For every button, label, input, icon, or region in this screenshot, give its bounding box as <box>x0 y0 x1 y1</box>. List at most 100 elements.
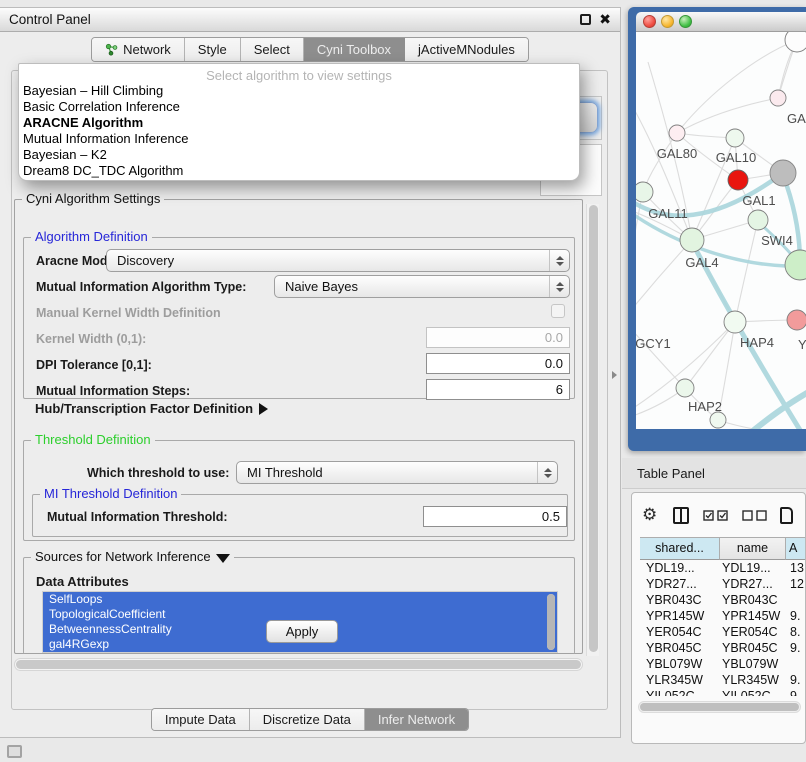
aracne-mode-value: Discovery <box>117 253 174 268</box>
split-pane-icon[interactable] <box>673 507 689 524</box>
float-window-icon[interactable] <box>580 14 591 25</box>
node-gal80[interactable] <box>669 125 685 141</box>
table-row[interactable]: YDL19...YDL19...13 <box>640 560 805 576</box>
dropdown-option-basic-correlation[interactable]: Basic Correlation Inference <box>19 99 579 115</box>
cyni-algorithm-settings-group: Cyni Algorithm Settings Algorithm Defini… <box>14 199 583 654</box>
table-row[interactable]: YBL079WYBL079W <box>640 656 805 672</box>
tab-network[interactable]: Network <box>92 38 185 61</box>
mi-type-select[interactable]: Naive Bayes <box>274 275 570 298</box>
apply-button[interactable]: Apply <box>266 620 338 643</box>
label-hap2: HAP2 <box>688 399 722 414</box>
panel-splitter-handle[interactable] <box>612 371 617 379</box>
which-threshold-select[interactable]: MI Threshold <box>236 461 558 484</box>
network-icon <box>105 43 118 56</box>
table-row[interactable]: YIL052CYIL052C9 <box>640 688 805 696</box>
node-gray[interactable] <box>770 160 796 186</box>
tab-cyni-toolbox[interactable]: Cyni Toolbox <box>304 38 405 61</box>
mi-type-value: Naive Bayes <box>285 279 358 294</box>
column-header-shared-name[interactable]: shared... <box>640 537 720 560</box>
dropdown-option-mutual-information[interactable]: Mutual Information Inference <box>19 131 579 147</box>
export-table-icon[interactable] <box>780 507 793 524</box>
dropdown-placeholder: Select algorithm to view settings <box>19 64 579 83</box>
node-large-green[interactable] <box>785 250 806 280</box>
which-threshold-label: Which threshold to use: <box>87 466 229 480</box>
hub-definition-label: Hub/Transcription Factor Definition <box>35 401 253 416</box>
select-all-columns-icon[interactable] <box>703 510 728 521</box>
mi-steps-input[interactable]: 6 <box>426 379 570 400</box>
table-row[interactable]: YER054CYER054C8. <box>640 624 805 640</box>
which-threshold-value: MI Threshold <box>247 465 323 480</box>
sources-title-toggle[interactable]: Sources for Network Inference <box>31 549 234 564</box>
label-gal1: GAL1 <box>742 193 775 208</box>
table-horizontal-scrollbar[interactable] <box>638 701 801 713</box>
tab-infer-network[interactable]: Infer Network <box>365 709 468 730</box>
node-hap2[interactable] <box>676 379 694 397</box>
close-traffic-light-icon[interactable] <box>643 15 656 28</box>
node-gal-partial[interactable] <box>770 90 786 106</box>
tab-select-label: Select <box>254 42 290 57</box>
node-swi4[interactable] <box>748 210 768 230</box>
settings-vertical-scrollbar[interactable] <box>586 204 599 656</box>
settings-horizontal-scrollbar[interactable] <box>14 658 583 671</box>
node-hap4[interactable] <box>724 311 746 333</box>
dropdown-option-aracne[interactable]: ARACNE Algorithm <box>19 115 579 131</box>
kernel-width-label: Kernel Width (0,1): <box>36 332 146 346</box>
table-row[interactable]: YBR043CYBR043C <box>640 592 805 608</box>
manual-kernel-label: Manual Kernel Width Definition <box>36 306 221 320</box>
dropdown-option-dream8[interactable]: Dream8 DC_TDC Algorithm <box>19 163 579 179</box>
table-row[interactable]: YBR045CYBR045C9. <box>640 640 805 656</box>
algorithm-definition-title: Algorithm Definition <box>31 229 152 244</box>
control-panel-title: Control Panel <box>9 12 91 27</box>
network-view-window[interactable]: GAL GAL80 GAL10 GAL1 GAL11 SWI4 GAL4 GCY… <box>628 7 806 451</box>
tab-cyni-toolbox-label: Cyni Toolbox <box>317 42 391 57</box>
column-header-partial[interactable]: A <box>786 537 806 560</box>
label-gal11: GAL11 <box>648 206 688 221</box>
kernel-width-input[interactable]: 0.0 <box>426 327 570 348</box>
tab-discretize-data[interactable]: Discretize Data <box>250 709 365 730</box>
tab-discretize-data-label: Discretize Data <box>263 712 351 727</box>
node-red-gal1[interactable] <box>728 170 748 190</box>
node-gal11[interactable] <box>636 182 653 202</box>
collapsed-panel-icon[interactable] <box>7 745 22 758</box>
aracne-mode-select[interactable]: Discovery <box>106 249 570 272</box>
table-header-row: shared... name A <box>640 537 806 560</box>
dropdown-option-bayesian-hill-climbing[interactable]: Bayesian – Hill Climbing <box>19 83 579 99</box>
column-header-name[interactable]: name <box>720 537 786 560</box>
network-graph: GAL GAL80 GAL10 GAL1 GAL11 SWI4 GAL4 GCY… <box>636 32 806 429</box>
table-row[interactable]: YLR345WYLR345W9. <box>640 672 805 688</box>
mi-threshold-group: MI Threshold Definition Mutual Informati… <box>32 494 568 537</box>
table-row[interactable]: YPR145WYPR145W9. <box>640 608 805 624</box>
collapsed-arrow-icon <box>259 403 268 415</box>
network-canvas[interactable]: GAL GAL80 GAL10 GAL1 GAL11 SWI4 GAL4 GCY… <box>636 32 806 429</box>
expanded-arrow-icon <box>216 554 230 563</box>
attributes-list-scrollbar[interactable] <box>547 594 555 650</box>
table-panel-titlebar: Table Panel <box>622 458 806 489</box>
minimize-traffic-light-icon[interactable] <box>661 15 674 28</box>
tab-jactivemnodules[interactable]: jActiveMNodules <box>405 38 528 61</box>
label-gal4: GAL4 <box>685 255 718 270</box>
mi-threshold-input[interactable]: 0.5 <box>423 506 567 527</box>
network-window-titlebar[interactable] <box>636 12 806 32</box>
hub-definition-toggle[interactable]: Hub/Transcription Factor Definition <box>35 401 268 416</box>
tab-style[interactable]: Style <box>185 38 241 61</box>
zoom-traffic-light-icon[interactable] <box>679 15 692 28</box>
node-salmon[interactable] <box>787 310 806 330</box>
dropdown-option-bayesian-k2[interactable]: Bayesian – K2 <box>19 147 579 163</box>
attribute-selfloops[interactable]: SelfLoops <box>43 592 557 607</box>
tab-select[interactable]: Select <box>241 38 304 61</box>
table-row[interactable]: YDR27...YDR27...12 <box>640 576 805 592</box>
screen: Control Panel ✖ Network Styl <box>0 0 806 762</box>
deselect-all-columns-icon[interactable] <box>742 510 767 521</box>
gear-icon[interactable]: ⚙ <box>642 502 657 528</box>
tab-impute-data[interactable]: Impute Data <box>152 709 250 730</box>
node-small-bottom[interactable] <box>710 412 726 428</box>
dpi-tolerance-input[interactable]: 0.0 <box>426 353 570 374</box>
label-hap4: HAP4 <box>740 335 774 350</box>
node-gal10[interactable] <box>726 129 744 147</box>
mi-threshold-label: Mutual Information Threshold: <box>47 510 228 524</box>
node-unlabeled-top[interactable] <box>785 32 806 52</box>
node-gal4[interactable] <box>680 228 704 252</box>
threshold-definition-title: Threshold Definition <box>31 432 155 447</box>
manual-kernel-checkbox[interactable] <box>551 304 565 318</box>
close-icon[interactable]: ✖ <box>599 14 611 25</box>
